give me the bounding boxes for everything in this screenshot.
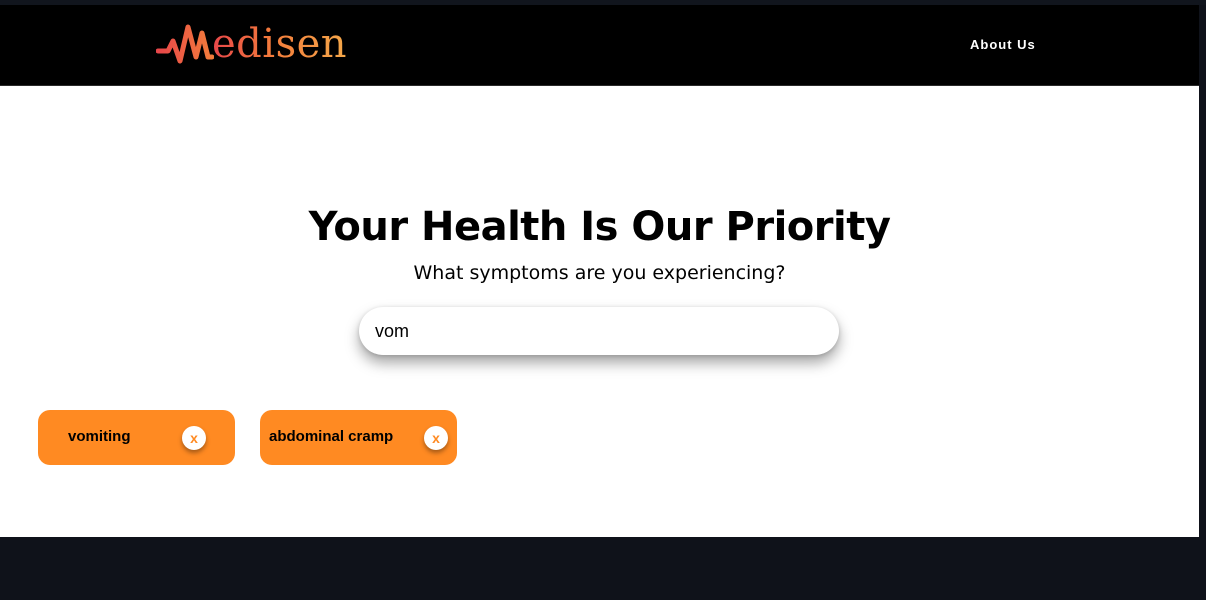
brand-name: edisen <box>212 21 348 67</box>
page-subtitle: What symptoms are you experiencing? <box>413 262 786 284</box>
brand-logo[interactable]: edisen <box>156 19 347 69</box>
page-title: Your Health Is Our Priority <box>308 204 891 250</box>
symptom-tag-abdominal-cramp[interactable]: abdominal cramp x <box>260 410 457 465</box>
symptom-search-input[interactable] <box>359 307 839 355</box>
remove-tag-icon[interactable]: x <box>424 426 448 450</box>
remove-tag-icon[interactable]: x <box>182 426 206 450</box>
nav-about-us-link[interactable]: About Us <box>970 37 1036 52</box>
navbar: edisen About Us <box>0 5 1199 86</box>
heartbeat-m-icon <box>156 24 214 64</box>
symptom-tag-label: vomiting <box>68 428 131 445</box>
symptom-tag-label: abdominal cramp <box>269 428 394 445</box>
main-content: Your Health Is Our Priority What symptom… <box>0 86 1199 537</box>
symptom-tag-vomiting[interactable]: vomiting x <box>38 410 235 465</box>
